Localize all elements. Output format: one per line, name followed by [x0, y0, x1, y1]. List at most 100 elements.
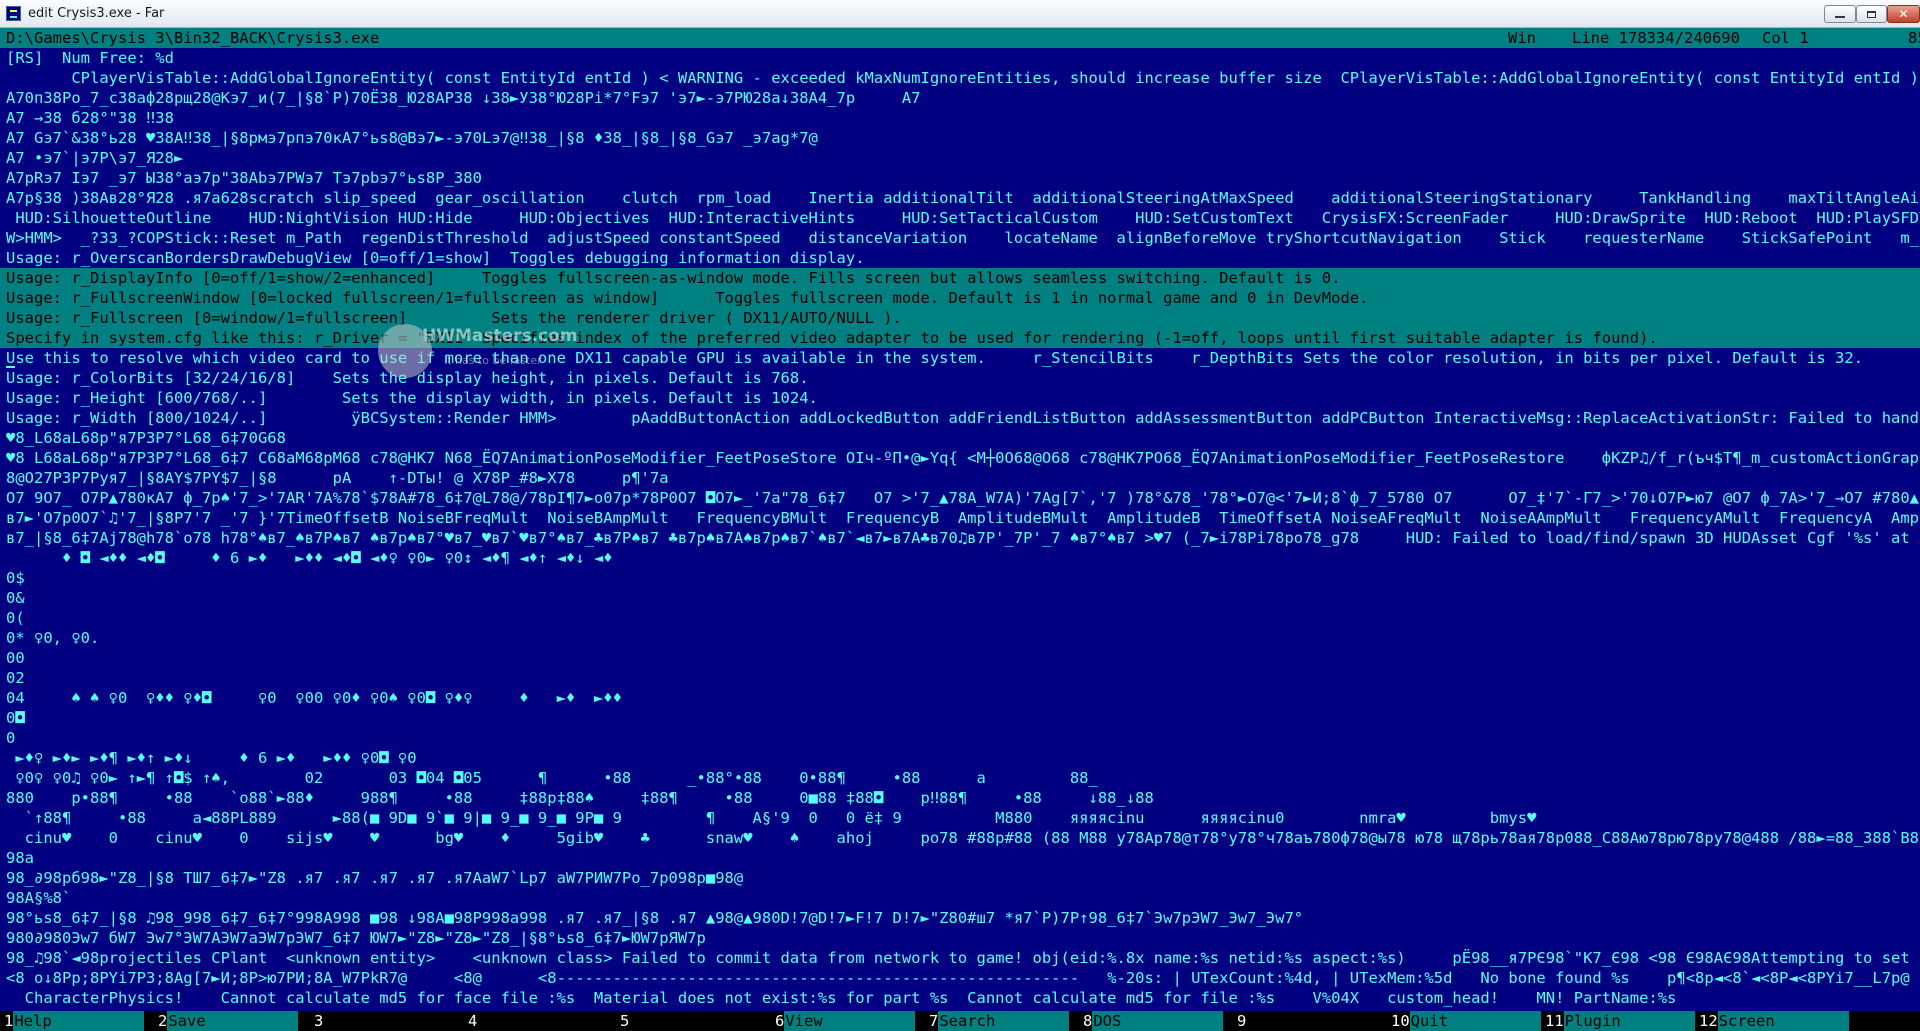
editor-line[interactable]: Specify in system.cfg like this: r_Drive…	[0, 328, 1920, 348]
editor-line[interactable]: <8 о↓8Pр;8РYі7Р3;8Аg[7►И;8Р>ю7РИ;8А_W7Рk…	[0, 968, 1920, 988]
editor-line[interactable]: Usage: r_Width [800/1024/..] ÿBCSystem::…	[0, 408, 1920, 428]
editor-line[interactable]: 04 ♠ ♠ ♀0 ♀♦♦ ♀♦◘ ♀0 ♀00 ♀0♦ ♀0♠ ♀0◘ ♀♦♀…	[0, 688, 1920, 708]
editor-line[interactable]: 880 р•88¶ •88 `о88`►88♦ 988¶ •88 ‡88р‡88…	[0, 788, 1920, 808]
editor-line[interactable]: Usage: r_FullscreenWindow [0=locked full…	[0, 288, 1920, 308]
editor-line[interactable]: Usage: r_ColorBits [32/24/16/8] Sets the…	[0, 368, 1920, 388]
fkey-3[interactable]: 3	[314, 1011, 468, 1031]
fkey-number: 4	[468, 1011, 478, 1031]
fkey-6[interactable]: 6View	[775, 1011, 929, 1031]
editor-line[interactable]: 98_∂98рб98►"Z8_|§8 ТШ7_6‡7►"Z8 .я7 .я7 .…	[0, 868, 1920, 888]
editor-line[interactable]: cinu♥ 0 cinu♥ 0 sijs♥ ♥ bg♥ ♦ 5gib♥ ♣ sn…	[0, 828, 1920, 848]
minimize-icon	[1835, 16, 1845, 18]
editor-line[interactable]: 98_♫98`◄98projectiles CPlant <unknown en…	[0, 948, 1920, 968]
editor-line[interactable]: CPlayerVisTable::AddGlobalIgnoreEntity( …	[0, 68, 1920, 88]
editor-line[interactable]: A7р§38 )38Ав28°Я28 .я7а628scratch slip_s…	[0, 188, 1920, 208]
editor-line[interactable]: 02	[0, 668, 1920, 688]
window-title: edit Crysis3.exe - Far	[28, 6, 165, 21]
editor-line[interactable]: в7►'O7р0O7`♫'7_|§8P7'7 _'7 }'7TimeOffset…	[0, 508, 1920, 528]
editor-line[interactable]: Use this to resolve which video card to …	[0, 348, 1920, 368]
fkey-7[interactable]: 7Search	[929, 1011, 1083, 1031]
function-key-bar: 1Help 2Save 3 4 5 6View 7Search 8DOS 9 10Quit 11Pl…	[0, 1011, 1920, 1031]
fkey-number: 5	[620, 1011, 630, 1031]
editor-line[interactable]: 00	[0, 648, 1920, 668]
editor-line[interactable]: 98А§%8`	[0, 888, 1920, 908]
editor-line[interactable]: ♥8_L68aL68p"я7P3P7°L68_6‡70G68	[0, 428, 1920, 448]
editor-line[interactable]: 0◘	[0, 708, 1920, 728]
editor-line[interactable]: 0&	[0, 588, 1920, 608]
editor-line[interactable]: A7 →38 б28°"38 ‼38	[0, 108, 1920, 128]
watermark-slogan: It has to be faster	[444, 354, 542, 367]
editor-line[interactable]: 0$	[0, 568, 1920, 588]
editor-status-line: D:\Games\Crysis 3\Bin32_BACK\Crysis3.exe…	[0, 28, 1920, 48]
editor-line[interactable]: `↑88¶ •88 а◄88PL889 ►88(■ 9D■ 9`■ 9|■ 9_…	[0, 808, 1920, 828]
editor-text[interactable]: [RS] Num Free: %d CPlayerVisTable::AddGl…	[0, 48, 1920, 1011]
editor-line[interactable]: A7 •э7`|э7P\э7_Я28►	[0, 148, 1920, 168]
fkey-label: Plugin	[1563, 1011, 1695, 1031]
fkey-label: DOS	[1092, 1011, 1224, 1031]
fkey-number: 11	[1545, 1011, 1564, 1031]
close-button[interactable]: ✕	[1887, 5, 1920, 23]
fkey-label: Screen	[1717, 1011, 1849, 1031]
editor-line[interactable]: 98а	[0, 848, 1920, 868]
editor-line[interactable]: 0(	[0, 608, 1920, 628]
fkey-number: 9	[1237, 1011, 1247, 1031]
editor-line[interactable]: 0	[0, 728, 1920, 748]
minimize-button[interactable]	[1824, 5, 1856, 23]
fkey-12[interactable]: 12Screen	[1699, 1011, 1853, 1031]
far-app-icon[interactable]	[6, 6, 21, 21]
fkey-4[interactable]: 4	[468, 1011, 622, 1031]
window-title-bar: edit Crysis3.exe - Far ✕	[0, 0, 1920, 28]
editor-line[interactable]: A7pRэ7 Iэ7 _э7 Ы38°аэ7р"38Аbэ7PWэ7 Тэ7рb…	[0, 168, 1920, 188]
fkey-2[interactable]: 2Save	[158, 1011, 312, 1031]
editor-line[interactable]: A70п38Pо_7_с38аф28рщ28@Kэ7_и(7_|§8`P)70Ё…	[0, 88, 1920, 108]
editor-line[interactable]: A7 Gэ7`&38°ь28 ♥38А‼38_|§8рмэ7рпэ70кА7°ь…	[0, 128, 1920, 148]
file-path: D:\Games\Crysis 3\Bin32_BACK\Crysis3.exe	[6, 29, 380, 47]
editor-area[interactable]: D:\Games\Crysis 3\Bin32_BACK\Crysis3.exe…	[0, 28, 1920, 1011]
editor-line[interactable]: 8@O27P3P7Pyя7_|§8AY$7PY$7_|§8 pA ↑-DТы! …	[0, 468, 1920, 488]
fkey-number: 1	[4, 1011, 14, 1031]
editor-line[interactable]: ♥8 L68aL68p"я7P3P7°L68_6‡7 C68aM68рM68 c…	[0, 448, 1920, 468]
fkey-label: Search	[938, 1011, 1070, 1031]
editor-line[interactable]: CharacterPhysics! Cannot calculate md5 f…	[0, 988, 1920, 1008]
editor-line[interactable]: 980∂980Эw7 бW7 Эw7°ЭW7АЭW7аЭW7рЭW7_6‡7 Ю…	[0, 928, 1920, 948]
fkey-number: 10	[1391, 1011, 1410, 1031]
editor-line[interactable]: 98°ьs8_6‡7_|§8 ♫98_998_6‡7_6‡7°998А998 ■…	[0, 908, 1920, 928]
editor-line[interactable]: Usage: r_Fullscreen [0=window/1=fullscre…	[0, 308, 1920, 328]
fkey-8[interactable]: 8DOS	[1083, 1011, 1237, 1031]
editor-line[interactable]: Usage: r_OverscanBordersDrawDebugView [0…	[0, 248, 1920, 268]
fkey-number: 2	[158, 1011, 168, 1031]
editor-line[interactable]: O7 9O7_ O7P▲780кА7 ф_7р♠'7_>'7AR'7A%78`$…	[0, 488, 1920, 508]
fkey-1[interactable]: 1Help	[4, 1011, 158, 1031]
line-position: Line 178334/240690	[1572, 29, 1740, 47]
editor-line[interactable]: ♦ ◘ ◄♦♦ ◄♦◘ ♦ 6 ►♦ ►♦♦ ◄♦◘ ◄♦♀ ♀0► ♀0↕ ◄…	[0, 548, 1920, 568]
fkey-number: 12	[1699, 1011, 1718, 1031]
fkey-9[interactable]: 9	[1237, 1011, 1391, 1031]
fkey-number: 3	[314, 1011, 324, 1031]
fkey-label: View	[784, 1011, 916, 1031]
fkey-label: Quit	[1409, 1011, 1541, 1031]
editor-line[interactable]: Usage: r_DisplayInfo [0=off/1=show/2=enh…	[0, 268, 1920, 288]
fkey-label: Save	[167, 1011, 299, 1031]
fkey-number: 8	[1083, 1011, 1093, 1031]
editor-line[interactable]: ►♦♀ ►♦► ►♦¶ ►♦↑ ►♦↓ ♦ 6 ►♦ ►♦♦ ♀0◘ ♀0	[0, 748, 1920, 768]
maximize-icon	[1867, 10, 1876, 18]
fkey-number: 7	[929, 1011, 939, 1031]
fkey-10[interactable]: 10Quit	[1391, 1011, 1545, 1031]
close-icon: ✕	[1898, 7, 1909, 21]
editor-line[interactable]: Usage: r_Height [600/768/..] Sets the di…	[0, 388, 1920, 408]
fkey-11[interactable]: 11Plugin	[1545, 1011, 1699, 1031]
editor-line[interactable]: W>HMM> _?33_?COPStick::Reset m_Path rege…	[0, 228, 1920, 248]
editor-line[interactable]: HUD:SilhouetteOutline HUD:NightVision HU…	[0, 208, 1920, 228]
column-position: Col 1	[1762, 29, 1809, 47]
char-code: 85	[1908, 29, 1920, 47]
editor-line[interactable]: ♀0♀ ♀0♫ ♀0► ↑►¶ ↑◘$ ↑♠, 02 03 ◘04 ◘05 ¶ …	[0, 768, 1920, 788]
editor-line[interactable]: 0* ♀0, ♀0.	[0, 628, 1920, 648]
fkey-label: Help	[13, 1011, 145, 1031]
editor-line[interactable]: в7_|§8_6‡7Aj78@h78`о78 h78°♠в7_♠в7P♠в7 ♠…	[0, 528, 1920, 548]
maximize-button[interactable]	[1856, 5, 1887, 23]
watermark-text: HWMasters.com	[422, 326, 578, 346]
editor-line[interactable]: [RS] Num Free: %d	[0, 48, 1920, 68]
hwmasters-watermark: HWMasters.com It has to be faster	[378, 320, 618, 384]
fkey-number: 6	[775, 1011, 785, 1031]
fkey-5[interactable]: 5	[620, 1011, 774, 1031]
